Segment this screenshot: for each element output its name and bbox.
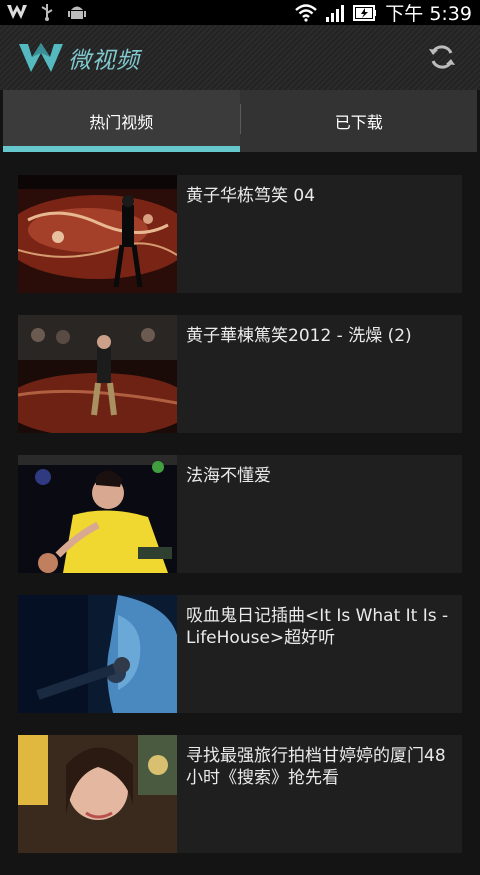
usb-icon [41, 4, 53, 21]
w-logo-icon [19, 43, 63, 72]
video-title: 黄子華棟篤笑2012 - 洗燥 (2) [186, 326, 412, 346]
wifi-icon [295, 3, 318, 22]
video-title: 黄子华栋笃笑 04 [186, 186, 316, 206]
video-title: 法海不懂爱 [186, 466, 271, 486]
video-list-item[interactable]: 黄子華棟篤笑2012 - 洗燥 (2) [18, 315, 462, 433]
clock: 下午 5:39 [385, 3, 472, 25]
video-thumbnail [18, 735, 177, 853]
app-bar: 微视频 [0, 25, 480, 90]
video-thumbnail [18, 455, 177, 573]
refresh-icon[interactable] [426, 41, 458, 73]
video-list-item[interactable]: 黄子华栋笃笑 04 [18, 175, 462, 293]
tab-hot-videos[interactable]: 热门视频 [3, 90, 240, 152]
signal-icon [326, 4, 345, 22]
status-bar: 下午 5:39 [0, 0, 480, 25]
video-list: 黄子华栋笃笑 04 黄子華棟篤笑2012 - 洗燥 (2) 法海不懂爱 吸血鬼日… [18, 175, 462, 875]
video-title: 吸血鬼日记插曲<It Is What It Is - LifeHouse>超好听 [186, 606, 449, 648]
tab-bar: 热门视频 已下载 [3, 90, 477, 152]
tab-downloaded[interactable]: 已下载 [241, 90, 478, 152]
video-thumbnail [18, 175, 177, 293]
video-list-item[interactable]: 法海不懂爱 [18, 455, 462, 573]
video-thumbnail [18, 595, 177, 713]
tab-label: 热门视频 [89, 113, 154, 132]
video-thumbnail [18, 315, 177, 433]
app-logo-icon [7, 5, 27, 19]
app-title: 微视频 [68, 48, 140, 74]
video-list-item[interactable]: 吸血鬼日记插曲<It Is What It Is - LifeHouse>超好听 [18, 595, 462, 713]
video-title: 寻找最强旅行拍档甘婷婷的厦门48小时《搜索》抢先看 [186, 746, 446, 788]
android-icon [68, 6, 86, 19]
battery-icon [353, 4, 377, 21]
tab-label: 已下载 [334, 113, 383, 132]
video-list-item[interactable]: 寻找最强旅行拍档甘婷婷的厦门48小时《搜索》抢先看 [18, 735, 462, 853]
